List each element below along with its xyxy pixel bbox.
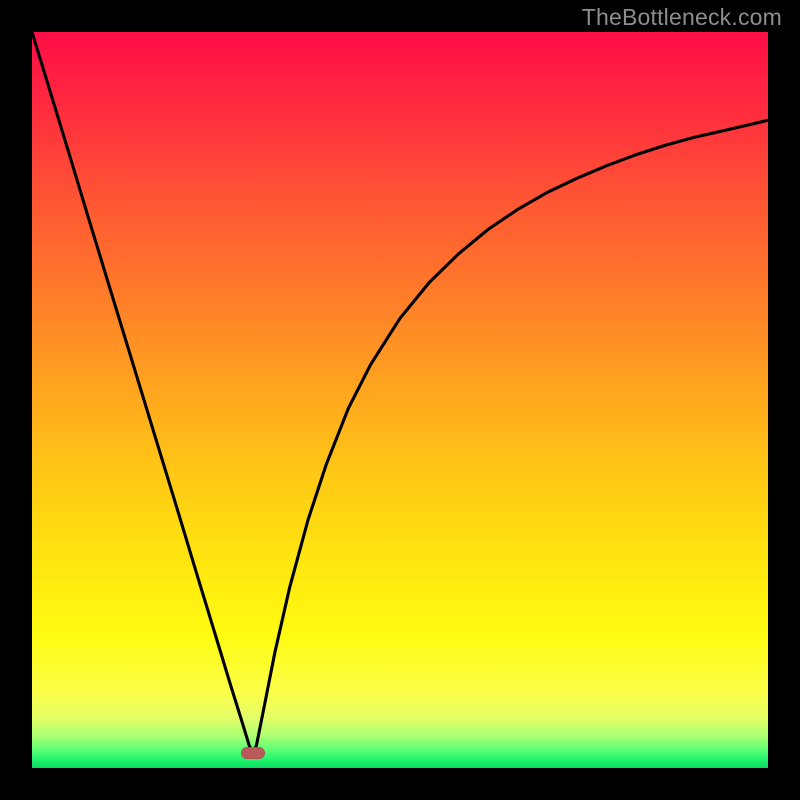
plot-area	[32, 32, 768, 768]
curve-layer	[32, 32, 768, 768]
chart-frame: TheBottleneck.com	[0, 0, 800, 800]
watermark-text: TheBottleneck.com	[582, 4, 782, 31]
bottleneck-curve	[32, 32, 768, 753]
optimum-marker	[241, 747, 265, 759]
